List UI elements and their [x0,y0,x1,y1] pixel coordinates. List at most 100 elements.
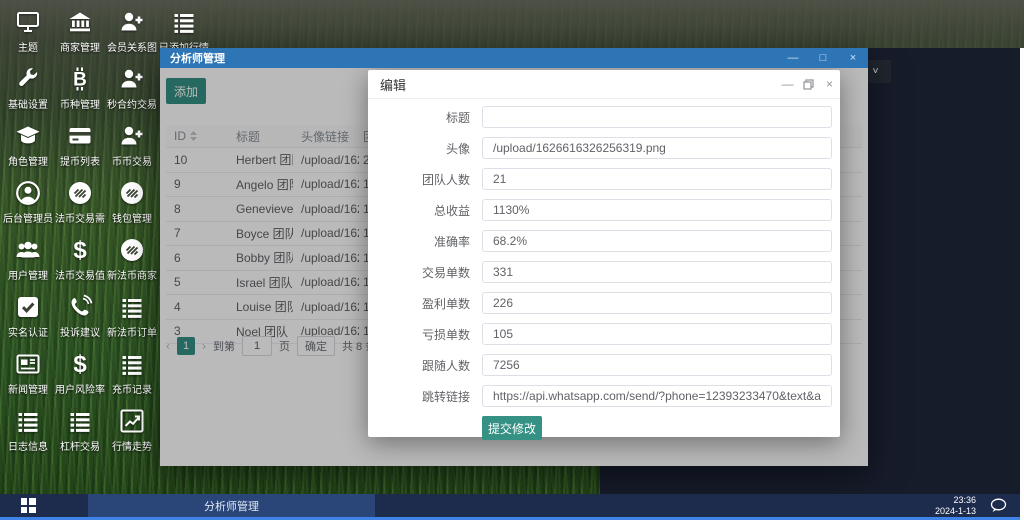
modal-header[interactable]: 编辑 — × [368,70,840,99]
desktop-icon-21[interactable]: $用户风险率 [54,346,106,403]
desktop-icon-label: 角色管理 [8,153,48,168]
desktop-icon-label: 杠杆交易 [60,438,100,453]
coin-icon [119,179,145,207]
field-input-9[interactable] [482,354,832,376]
chat-bubble-button[interactable] [984,498,1020,513]
modal-title: 编辑 [368,75,777,94]
desktop-icon-label: 法币交易需 [55,210,105,225]
desktop-icon-3[interactable]: 会员关系图 [106,4,158,61]
modal-field-6: 交易单数 [368,261,840,283]
desktop-icon-10[interactable]: 币币交易 [106,118,158,175]
modal-field-3: 团队人数 [368,168,840,190]
chat-bubble-icon [990,498,1007,513]
field-label: 准确率 [368,233,470,250]
check-square-icon [15,293,41,321]
bitcoin-icon: B [67,65,93,93]
desktop-icon-16[interactable]: 新法币商家 [106,232,158,289]
list-icon [67,407,93,435]
list-icon [15,407,41,435]
field-input-7[interactable] [482,292,832,314]
desktop-icon-15[interactable]: $法币交易值 [54,232,106,289]
desktop-icon-5[interactable]: 基础设置 [2,61,54,118]
taskbar-clock[interactable]: 23:36 2024-1-13 [935,495,984,517]
window-content: 添加 ID 标题头像链接团队人数10Herbert 团队/upload/162.… [160,68,868,466]
field-label: 标题 [368,109,470,126]
coin-icon [119,236,145,264]
desktop-icon-label: 会员关系图 [107,39,157,54]
desktop-icon-11[interactable]: 后台管理员 [2,175,54,232]
field-label: 交易单数 [368,264,470,281]
desktop-icon-label: 主题 [18,39,38,54]
modal-restore-button[interactable] [798,70,819,98]
desktop-icon-18[interactable]: 投诉建议 [54,289,106,346]
desktop-icon-6[interactable]: B 币种管理 [54,61,106,118]
desktop-icon-13[interactable]: 钱包管理 [106,175,158,232]
desktop-icon-label: 新闻管理 [8,381,48,396]
desktop-icon-label: 用户管理 [8,267,48,282]
desktop-icon-25[interactable]: 行情走势 [106,403,158,460]
field-label: 跳转链接 [368,388,470,405]
bank-icon [67,8,93,36]
field-input-4[interactable] [482,199,832,221]
desktop-icon-label: 商家管理 [60,39,100,54]
credit-card-icon [67,122,93,150]
window-close-button[interactable]: × [838,48,868,68]
modal-field-4: 总收益 [368,199,840,221]
user-plus-icon [119,122,145,150]
desktop-icon-7[interactable]: 秒合约交易 [106,61,158,118]
desktop-icon-9[interactable]: 提币列表 [54,118,106,175]
analyst-management-window: 分析师管理 — □ × 添加 ID 标题头像链接团队人数10Herbert 团队… [160,48,868,466]
chevron-down-icon: ˅ [873,66,879,77]
desktop-icon-2[interactable]: 商家管理 [54,4,106,61]
grad-cap-icon [15,122,41,150]
modal-field-1: 标题 [368,106,840,128]
taskbar-item-analyst-management[interactable]: 分析师管理 [88,494,375,517]
modal-field-8: 亏损单数 [368,323,840,345]
field-input-10[interactable] [482,385,832,407]
desktop-icon-label: 基础设置 [8,96,48,111]
wrench-icon [15,65,41,93]
field-input-5[interactable] [482,230,832,252]
start-button[interactable] [0,498,56,513]
desktop-icon-17[interactable]: 实名认证 [2,289,54,346]
users-icon [15,236,41,264]
coin-icon [67,179,93,207]
submit-button[interactable]: 提交修改 [482,416,542,440]
field-input-2[interactable] [482,137,832,159]
desktop-icon-label: 充币记录 [112,381,152,396]
desktop-icon-label: 日志信息 [8,438,48,453]
screen-edge-strip [1020,48,1024,520]
desktop-icon-23[interactable]: 日志信息 [2,403,54,460]
desktop-icon-19[interactable]: 新法币订单 [106,289,158,346]
modal-close-button[interactable]: × [819,70,840,98]
modal-minimize-button[interactable]: — [777,70,798,98]
desktop-icon-20[interactable]: 新闻管理 [2,346,54,403]
desktop-icon-label: 新法币订单 [107,324,157,339]
field-input-8[interactable] [482,323,832,345]
dollar-icon: $ [67,350,93,378]
svg-text:$: $ [73,351,87,377]
window-minimize-button[interactable]: — [778,48,808,68]
desktop-icon-12[interactable]: 法币交易需 [54,175,106,232]
desktop-icon-24[interactable]: 杠杆交易 [54,403,106,460]
desktop-icon-14[interactable]: 用户管理 [2,232,54,289]
window-titlebar[interactable]: 分析师管理 — □ × [160,48,868,68]
desktop-icon-label: 币种管理 [60,96,100,111]
window-title: 分析师管理 [160,50,778,66]
phone-icon [67,293,93,321]
user-plus-icon [119,65,145,93]
modal-field-10: 跳转链接 [368,385,840,407]
desktop-icon-22[interactable]: 充币记录 [106,346,158,403]
desktop-icon-label: 后台管理员 [3,210,53,225]
desktop-icon-label: 行情走势 [112,438,152,453]
list-icon [171,8,197,36]
field-input-6[interactable] [482,261,832,283]
newspaper-icon [15,350,41,378]
desktop-wallpaper: 主题商家管理会员关系图已添加行情基础设置B币种管理秒合约交易角色管理提币列表币币… [0,0,1024,520]
field-input-3[interactable] [482,168,832,190]
desktop-icon-label: 秒合约交易 [107,96,157,111]
desktop-icon-8[interactable]: 角色管理 [2,118,54,175]
window-maximize-button[interactable]: □ [808,48,838,68]
desktop-icon-1[interactable]: 主题 [2,4,54,61]
field-input-1[interactable] [482,106,832,128]
